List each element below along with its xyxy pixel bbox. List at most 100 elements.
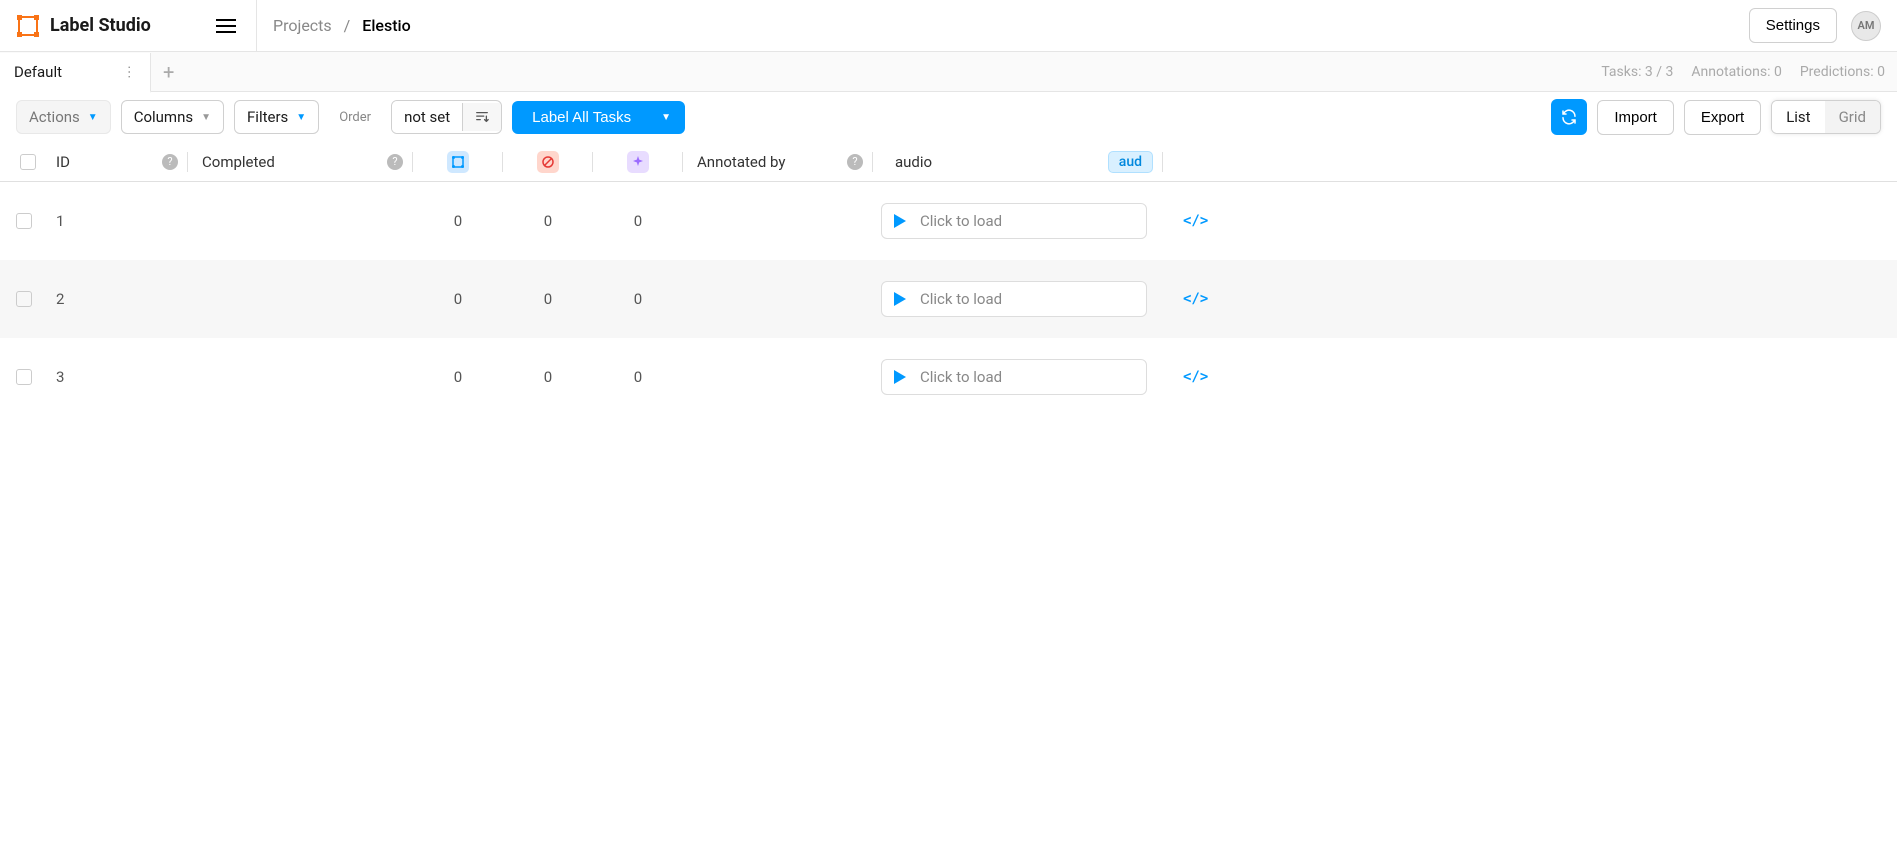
divider	[256, 0, 257, 52]
tabs-stats: Tasks: 3 / 3 Annotations: 0 Predictions:…	[1601, 64, 1897, 80]
view-list-button[interactable]: List	[1772, 101, 1824, 133]
audio-load-label: Click to load	[920, 368, 1002, 386]
actions-label: Actions	[29, 108, 80, 126]
tab-menu-icon[interactable]: ⋯	[122, 64, 136, 80]
help-icon[interactable]: ?	[162, 154, 178, 170]
export-button[interactable]: Export	[1684, 100, 1761, 135]
refresh-icon	[1560, 108, 1578, 126]
cell-id: 1	[48, 182, 188, 260]
order-value[interactable]: not set	[392, 101, 462, 133]
view-grid-button[interactable]: Grid	[1825, 101, 1880, 133]
cell-cancelled: 0	[503, 260, 593, 338]
select-all-checkbox[interactable]	[20, 154, 36, 170]
settings-button[interactable]: Settings	[1749, 8, 1837, 43]
cell-annotations: 0	[413, 260, 503, 338]
row-checkbox[interactable]	[16, 369, 32, 385]
cell-audio: Click to load	[873, 260, 1163, 338]
cell-annotations: 0	[413, 338, 503, 416]
cell-annotated-by	[683, 182, 873, 260]
column-completed[interactable]: Completed ?	[188, 142, 413, 182]
filters-label: Filters	[247, 108, 288, 126]
column-predictions[interactable]	[593, 142, 683, 182]
column-id-label: ID	[56, 153, 70, 171]
tabs-bar: Default ⋯ + Tasks: 3 / 3 Annotations: 0 …	[0, 52, 1897, 92]
breadcrumb: Projects / Elestio	[273, 16, 411, 35]
row-checkbox[interactable]	[16, 213, 32, 229]
chevron-down-icon: ▼	[296, 112, 306, 123]
row-checkbox[interactable]	[16, 291, 32, 307]
filters-dropdown[interactable]: Filters ▼	[234, 100, 319, 134]
stat-predictions: Predictions: 0	[1800, 64, 1885, 80]
play-icon	[894, 370, 906, 384]
cancelled-icon	[537, 151, 559, 173]
tab-default[interactable]: Default ⋯	[0, 53, 151, 93]
help-icon[interactable]: ?	[847, 154, 863, 170]
play-icon	[894, 214, 906, 228]
cell-annotated-by	[683, 260, 873, 338]
refresh-button[interactable]	[1551, 99, 1587, 135]
chevron-down-icon: ▼	[661, 112, 671, 123]
audio-load-label: Click to load	[920, 212, 1002, 230]
code-icon[interactable]: </>	[1183, 369, 1208, 385]
chevron-down-icon: ▼	[201, 112, 211, 123]
table-row[interactable]: 3 0 0 0 Click to load </>	[0, 338, 1897, 416]
column-select-all	[8, 142, 48, 182]
column-annotated-by-label: Annotated by	[697, 153, 785, 171]
cell-audio: Click to load	[873, 182, 1163, 260]
breadcrumb-separator: /	[344, 16, 351, 35]
tab-label: Default	[14, 63, 62, 81]
hamburger-menu-icon[interactable]	[216, 19, 256, 33]
cell-completed	[188, 182, 413, 260]
audio-load-button[interactable]: Click to load	[881, 359, 1147, 395]
table-row[interactable]: 1 0 0 0 Click to load </>	[0, 182, 1897, 260]
stat-tasks: Tasks: 3 / 3	[1601, 64, 1673, 80]
breadcrumb-root[interactable]: Projects	[273, 16, 332, 35]
columns-label: Columns	[134, 108, 193, 126]
table-header: ID ? Completed ? Annotated by ? audio au…	[0, 142, 1897, 182]
columns-dropdown[interactable]: Columns ▼	[121, 100, 224, 134]
logo-block: Label Studio	[16, 14, 256, 38]
cell-predictions: 0	[593, 182, 683, 260]
cell-id: 2	[48, 260, 188, 338]
code-icon[interactable]: </>	[1183, 291, 1208, 307]
column-id[interactable]: ID ?	[48, 142, 188, 182]
cell-completed	[188, 260, 413, 338]
app-name: Label Studio	[50, 15, 151, 36]
column-audio[interactable]: audio aud	[873, 142, 1163, 182]
actions-dropdown[interactable]: Actions ▼	[16, 100, 111, 134]
label-all-text: Label All Tasks	[532, 109, 631, 126]
label-all-tasks-button[interactable]: Label All Tasks ▼	[512, 101, 685, 134]
add-tab-button[interactable]: +	[151, 60, 186, 84]
stat-annotations: Annotations: 0	[1691, 64, 1781, 80]
avatar[interactable]: AM	[1851, 11, 1881, 41]
toolbar: Actions ▼ Columns ▼ Filters ▼ Order not …	[0, 92, 1897, 142]
cell-audio: Click to load	[873, 338, 1163, 416]
cell-annotated-by	[683, 338, 873, 416]
cell-completed	[188, 338, 413, 416]
breadcrumb-current: Elestio	[362, 16, 410, 35]
predictions-icon	[627, 151, 649, 173]
table-row[interactable]: 2 0 0 0 Click to load </>	[0, 260, 1897, 338]
sort-direction-button[interactable]	[462, 103, 501, 131]
logo-icon	[16, 14, 40, 38]
chevron-down-icon: ▼	[88, 112, 98, 123]
column-audio-label: audio	[895, 153, 932, 171]
column-completed-label: Completed	[202, 153, 275, 171]
topbar-right: Settings AM	[1749, 8, 1881, 43]
cell-predictions: 0	[593, 338, 683, 416]
column-annotated-by[interactable]: Annotated by ?	[683, 142, 873, 182]
column-annotations[interactable]	[413, 142, 503, 182]
code-icon[interactable]: </>	[1183, 213, 1208, 229]
order-label: Order	[329, 110, 381, 125]
sort-icon	[475, 110, 489, 124]
audio-load-button[interactable]: Click to load	[881, 203, 1147, 239]
toolbar-right: Import Export List Grid	[1551, 99, 1881, 135]
column-cancelled[interactable]	[503, 142, 593, 182]
play-icon	[894, 292, 906, 306]
cell-cancelled: 0	[503, 182, 593, 260]
help-icon[interactable]: ?	[387, 154, 403, 170]
table-body: 1 0 0 0 Click to load </> 2 0 0 0 Click …	[0, 182, 1897, 416]
import-button[interactable]: Import	[1597, 100, 1674, 135]
top-bar: Label Studio Projects / Elestio Settings…	[0, 0, 1897, 52]
audio-load-button[interactable]: Click to load	[881, 281, 1147, 317]
